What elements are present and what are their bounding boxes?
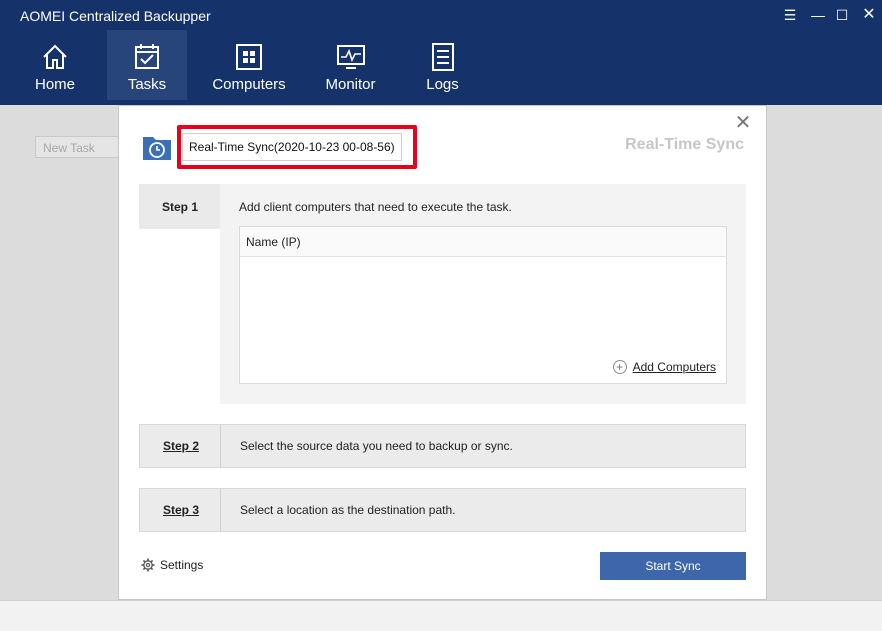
status-footer [0, 600, 882, 631]
tasks-icon [135, 44, 159, 69]
minimize-button[interactable]: — [809, 6, 827, 24]
app-title: AOMEI Centralized Backupper [20, 8, 211, 24]
nav-computers[interactable]: Computers [205, 30, 293, 100]
step1-tab[interactable]: Step 1 [139, 184, 220, 229]
settings-link[interactable]: Settings [141, 558, 203, 572]
maximize-button[interactable]: ☐ [833, 6, 851, 24]
nav-logs[interactable]: Logs [405, 30, 480, 100]
nav-tasks[interactable]: Tasks [107, 30, 187, 100]
nav-logs-label: Logs [426, 76, 459, 93]
logs-icon [431, 43, 454, 71]
dialog-type-label: Real-Time Sync [625, 136, 744, 153]
nav-monitor[interactable]: Monitor [313, 30, 388, 100]
monitor-icon [336, 45, 365, 69]
client-computers-list[interactable]: Name (IP) + Add Computers [239, 226, 727, 384]
step1-content: Add client computers that need to execut… [220, 184, 746, 404]
step3-description: Select a location as the destination pat… [240, 503, 456, 517]
menu-icon[interactable]: ☰ [781, 6, 799, 24]
close-dialog-button[interactable]: ✕ [733, 110, 753, 135]
nav-monitor-label: Monitor [325, 76, 376, 93]
step3-label[interactable]: Step 3 [163, 503, 199, 517]
step2-label[interactable]: Step 2 [163, 439, 199, 453]
title-bar: AOMEI Centralized Backupper ☰ — ☐ ✕ Home… [0, 0, 882, 105]
step2-row[interactable]: Step 2 Select the source data you need t… [139, 424, 746, 468]
nav-home[interactable]: Home [20, 30, 90, 100]
add-computers-label: Add Computers [632, 360, 716, 374]
new-task-button: New Task [35, 136, 125, 158]
nav-tasks-label: Tasks [127, 76, 167, 93]
step1-label: Step 1 [162, 200, 199, 214]
sync-folder-icon [143, 137, 171, 160]
settings-label: Settings [160, 558, 204, 572]
step1-panel: Step 1 Add client computers that need to… [139, 184, 746, 404]
step2-description: Select the source data you need to backu… [240, 439, 513, 453]
add-computers-link[interactable]: + Add Computers [612, 360, 716, 374]
home-icon [43, 44, 67, 69]
task-name-input[interactable] [182, 133, 402, 161]
nav-computers-label: Computers [212, 76, 286, 93]
step3-row[interactable]: Step 3 Select a location as the destinat… [139, 488, 746, 532]
add-icon: + [612, 360, 627, 374]
start-sync-button[interactable]: Start Sync [600, 552, 746, 580]
computers-icon [236, 44, 262, 70]
nav-home-label: Home [34, 76, 75, 93]
gear-icon [141, 558, 155, 572]
column-header-name-ip[interactable]: Name (IP) [240, 227, 726, 257]
close-window-button[interactable]: ✕ [860, 6, 878, 24]
task-dialog: ✕ Real-Time Sync Step 1 Add client compu… [118, 105, 767, 600]
step1-description: Add client computers that need to execut… [239, 200, 512, 214]
